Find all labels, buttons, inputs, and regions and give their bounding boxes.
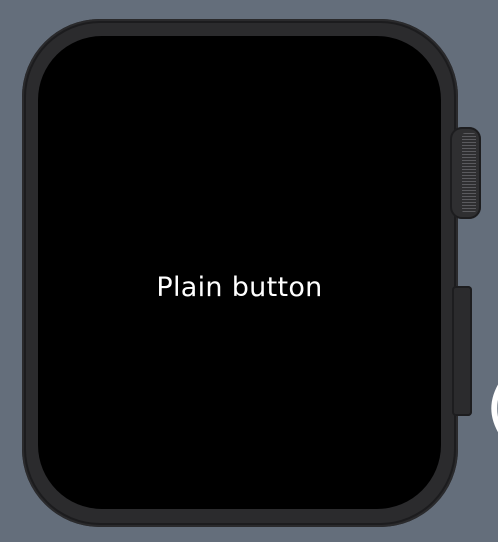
edge-glyph: ( (486, 376, 498, 438)
watch-screen: Plain button (38, 36, 441, 509)
plain-button[interactable]: Plain button (38, 274, 441, 301)
side-button[interactable] (452, 286, 472, 416)
crown-ridges (462, 133, 476, 213)
digital-crown[interactable] (450, 127, 481, 219)
watch-case: Plain button (22, 19, 458, 527)
